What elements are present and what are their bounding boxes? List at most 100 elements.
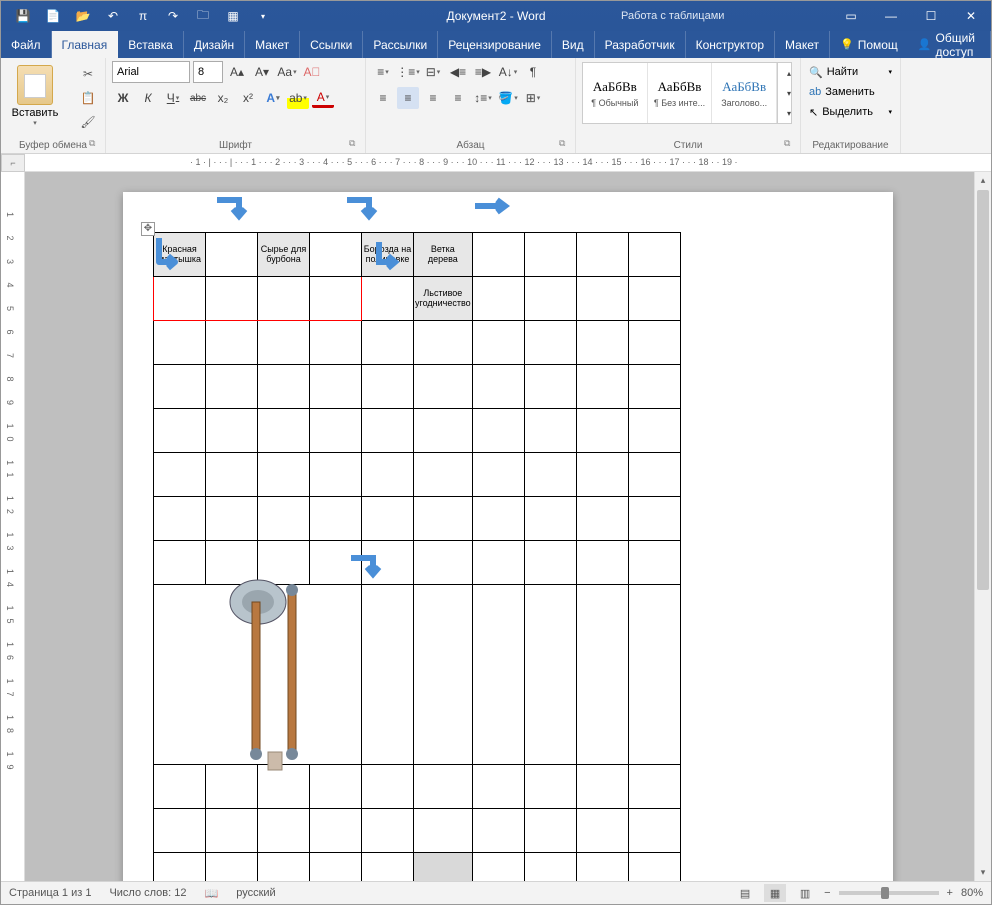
cell[interactable] — [524, 809, 576, 853]
cell[interactable] — [472, 321, 524, 365]
style-nospacing[interactable]: АаБбВв ¶ Без инте... — [648, 63, 713, 123]
cell[interactable] — [576, 497, 628, 541]
tab-table-design[interactable]: Конструктор — [686, 31, 775, 58]
cell[interactable] — [628, 365, 680, 409]
multilevel-button[interactable]: ⊟ — [422, 61, 444, 83]
cell[interactable] — [472, 765, 524, 809]
show-marks-button[interactable]: ¶ — [522, 61, 544, 83]
cell[interactable] — [206, 233, 258, 277]
cell[interactable] — [310, 277, 362, 321]
cell-hint[interactable]: Красная мартышка — [154, 233, 206, 277]
cell[interactable] — [576, 541, 628, 585]
cell-hint[interactable]: Борозда на полировке — [362, 233, 414, 277]
sort-button[interactable]: A↓ — [497, 61, 519, 83]
zoom-in-button[interactable]: + — [947, 887, 953, 899]
justify-button[interactable]: ≡ — [447, 87, 469, 109]
underline-button[interactable]: Ч — [162, 87, 184, 109]
styles-launcher[interactable]: ⧉ — [784, 138, 796, 150]
cell[interactable] — [362, 497, 414, 541]
tab-mailings[interactable]: Рассылки — [363, 31, 438, 58]
cell[interactable] — [154, 541, 206, 585]
cell[interactable] — [206, 853, 258, 882]
crossword-table[interactable]: Красная мартышка Сырье для бурбона Бороз… — [153, 232, 681, 881]
cell[interactable] — [310, 809, 362, 853]
tab-help[interactable]: Помощ — [830, 31, 908, 58]
bold-button[interactable]: Ж — [112, 87, 134, 109]
cell[interactable] — [362, 853, 414, 882]
page-indicator[interactable]: Страница 1 из 1 — [9, 887, 91, 899]
cell[interactable] — [258, 409, 310, 453]
cell[interactable] — [362, 365, 414, 409]
numbering-button[interactable]: ⋮≡ — [397, 61, 419, 83]
cell[interactable] — [628, 765, 680, 809]
copy-button[interactable]: 📋 — [77, 88, 99, 108]
ruler-vertical[interactable]: 1 2 3 4 5 6 7 8 9 10 11 12 13 14 15 16 1… — [1, 172, 25, 881]
scroll-up-button[interactable]: ▴ — [975, 172, 991, 189]
cell[interactable] — [362, 321, 414, 365]
replace-button[interactable]: abЗаменить — [807, 82, 894, 102]
cell[interactable] — [414, 541, 473, 585]
cell[interactable] — [628, 853, 680, 882]
highlight-button[interactable]: ab — [287, 87, 309, 109]
shading-button[interactable]: 🪣 — [497, 87, 519, 109]
cell[interactable] — [628, 541, 680, 585]
cell[interactable] — [524, 853, 576, 882]
style-normal[interactable]: АаБбВв ¶ Обычный — [583, 63, 648, 123]
cut-button[interactable]: ✂ — [77, 64, 99, 84]
cell[interactable] — [206, 497, 258, 541]
scroll-thumb[interactable] — [977, 190, 989, 590]
cell-hint[interactable]: Льстивое угодничество — [414, 277, 473, 321]
cell[interactable] — [362, 765, 414, 809]
subscript-button[interactable]: x₂ — [212, 87, 234, 109]
line-spacing-button[interactable]: ↕≡ — [472, 87, 494, 109]
cell[interactable] — [310, 365, 362, 409]
minimize-button[interactable]: — — [871, 1, 911, 31]
cell[interactable] — [206, 409, 258, 453]
cell[interactable] — [472, 233, 524, 277]
outdent-button[interactable]: ◀≡ — [447, 61, 469, 83]
zoom-slider[interactable] — [839, 891, 939, 895]
tab-view[interactable]: Вид — [552, 31, 595, 58]
shrink-font-button[interactable]: A▾ — [251, 61, 273, 83]
cell-hint[interactable]: Ветка дерева — [414, 233, 473, 277]
cell[interactable] — [414, 453, 473, 497]
font-color-button[interactable]: A — [312, 89, 334, 108]
cell[interactable] — [472, 497, 524, 541]
cell[interactable] — [576, 809, 628, 853]
spellcheck-icon[interactable]: 📖 — [205, 887, 219, 900]
cell[interactable] — [310, 853, 362, 882]
tab-file[interactable]: Файл — [1, 31, 52, 58]
tab-layout[interactable]: Макет — [245, 31, 300, 58]
cell[interactable] — [576, 321, 628, 365]
cell[interactable] — [472, 277, 524, 321]
font-launcher[interactable]: ⧉ — [349, 138, 361, 150]
indent-button[interactable]: ≡▶ — [472, 61, 494, 83]
cell[interactable] — [576, 277, 628, 321]
read-mode-button[interactable]: ▤ — [734, 884, 756, 902]
cell[interactable] — [154, 321, 206, 365]
cell[interactable] — [576, 853, 628, 882]
tab-design[interactable]: Дизайн — [184, 31, 245, 58]
cell[interactable] — [414, 365, 473, 409]
clipboard-launcher[interactable]: ⧉ — [89, 138, 101, 150]
cell[interactable] — [154, 365, 206, 409]
font-size-select[interactable] — [193, 61, 223, 83]
cell[interactable] — [524, 365, 576, 409]
tab-home[interactable]: Главная — [52, 31, 119, 58]
styles-more[interactable]: ▾ — [778, 103, 800, 123]
cell[interactable] — [206, 365, 258, 409]
undo-button[interactable]: ↶ — [99, 4, 127, 28]
strike-button[interactable]: abc — [187, 87, 209, 109]
cell-selected[interactable] — [414, 853, 473, 882]
select-button[interactable]: ↖Выделить▾ — [807, 102, 894, 122]
cell[interactable] — [362, 277, 414, 321]
cell[interactable] — [258, 853, 310, 882]
cell[interactable] — [524, 453, 576, 497]
new-doc-button[interactable]: 📄 — [39, 4, 67, 28]
cell[interactable] — [362, 541, 414, 585]
maximize-button[interactable]: ☐ — [911, 1, 951, 31]
axe-image[interactable] — [218, 572, 328, 772]
cell[interactable] — [524, 321, 576, 365]
tab-review[interactable]: Рецензирование — [438, 31, 552, 58]
cell[interactable] — [576, 453, 628, 497]
